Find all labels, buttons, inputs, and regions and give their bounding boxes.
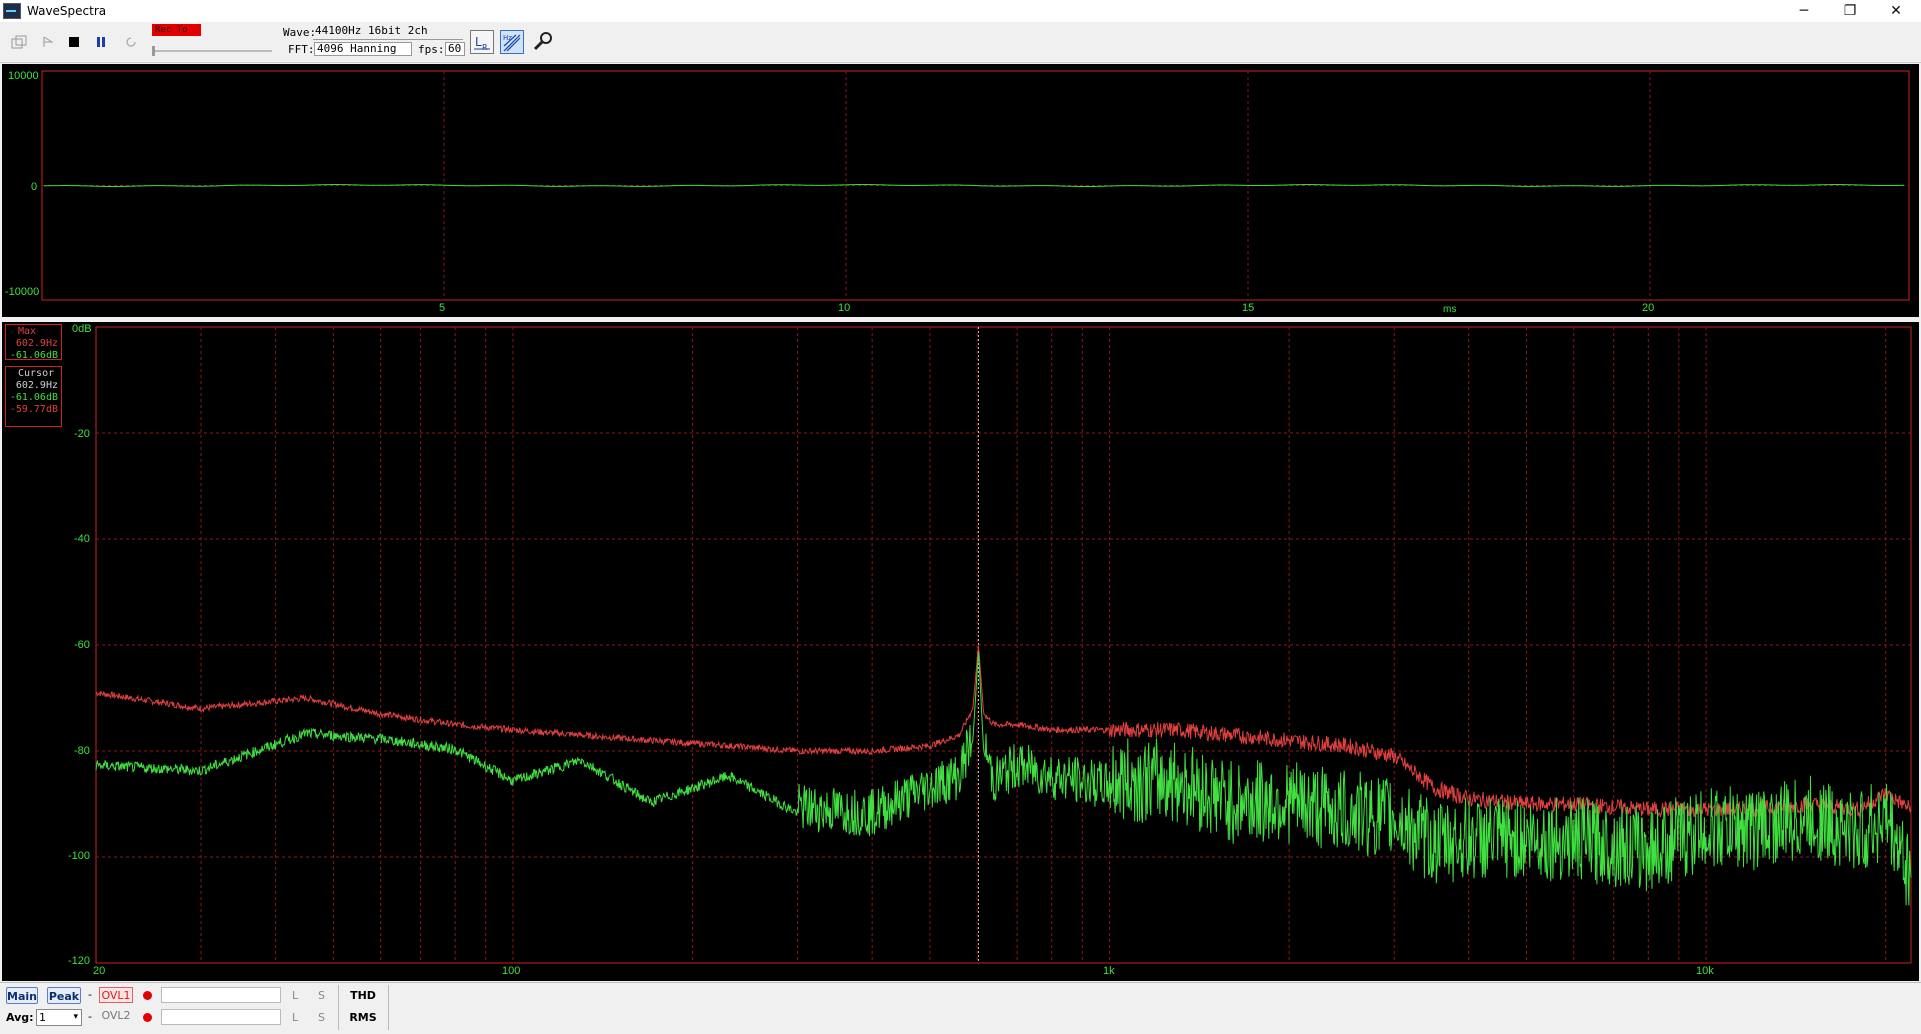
wave-ytick-bottom: -10000 (5, 286, 40, 298)
wave-x-unit: ms (1443, 304, 1457, 315)
dash-separator-2: - (88, 1010, 92, 1023)
ovl1-indicator: OVL1 (99, 987, 133, 1003)
loop-icon[interactable] (120, 31, 142, 53)
position-slider-thumb[interactable] (152, 46, 155, 56)
spec-ytick-80: -80 (74, 745, 90, 757)
minimize-button[interactable]: ─ (1781, 0, 1827, 22)
channel-s-1: S (318, 989, 325, 1002)
cursor-freq: 602.9Hz (15, 380, 58, 391)
cursor-level-green: -61.06dB (9, 392, 58, 403)
play-icon[interactable] (37, 31, 59, 53)
peak-button[interactable]: Peak (47, 987, 81, 1004)
channel-l-2: L (292, 1011, 299, 1024)
wave-label: Wave: (283, 26, 317, 39)
spec-ytick-20: -20 (74, 428, 90, 440)
spec-xtick-1k: 1k (1103, 965, 1115, 977)
max-freq: 602.9Hz (15, 338, 58, 349)
hz-scale-icon[interactable]: Hz (500, 30, 524, 54)
spec-ytick-100: -100 (68, 850, 91, 862)
max-readout: Max 602.9Hz -61.06dB (5, 324, 62, 361)
waveform-plot[interactable] (2, 64, 1919, 317)
fps-label: fps: (418, 43, 445, 56)
channel-s-2: S (318, 1011, 325, 1024)
main-button[interactable]: Main (6, 987, 38, 1004)
fps-setting[interactable]: 60 (445, 42, 465, 56)
live-spectrum-trace (95, 651, 1912, 906)
cursor-readout: Cursor 602.9Hz -61.06dB -59.77dB (5, 366, 62, 427)
max-hold-trace (95, 645, 1912, 819)
wave-xtick-5: 5 (439, 302, 446, 314)
status-bar: Main Peak - OVL1 L S THD Avg: - OVL2 L S… (0, 982, 1921, 1034)
spec-ytick-60: -60 (74, 639, 90, 651)
wrench-icon[interactable] (532, 30, 556, 54)
chevron-down-icon: ▾ (73, 1012, 78, 1022)
divider (338, 985, 339, 1030)
wave-ytick-zero: 0 (31, 181, 38, 193)
cursor-level-red: -59.77dB (9, 404, 58, 415)
fft-setting[interactable]: 4096 Hanning (314, 42, 412, 56)
wave-xtick-10: 10 (838, 302, 851, 314)
lr-channel-icon[interactable]: LR (470, 30, 494, 54)
spectrum-panel[interactable]: 0dB -20 -40 -60 -80 -100 -120 20 100 1k … (2, 322, 1919, 981)
position-slider-track[interactable] (152, 50, 272, 52)
wave-ytick-top: 10000 (8, 70, 39, 82)
stop-icon[interactable] (63, 31, 85, 53)
level-meter-1 (161, 987, 281, 1003)
ovl1-record-icon (143, 991, 152, 1000)
thd-button[interactable]: THD (346, 987, 380, 1004)
spec-ytick-120: -120 (68, 955, 91, 967)
max-title: Max (18, 326, 37, 337)
waveform-panel[interactable]: 10000 0 -10000 5 10 15 ms 20 (2, 64, 1919, 317)
open-file-icon[interactable] (8, 31, 30, 53)
spec-xtick-100: 100 (502, 965, 521, 977)
title-bar: WaveSpectra ─ ❐ ✕ (0, 0, 1921, 22)
divider-2 (388, 985, 389, 1030)
level-meter-2 (161, 1009, 281, 1025)
avg-label: Avg: (6, 1011, 34, 1024)
spec-xtick-20: 20 (93, 965, 106, 977)
spec-xtick-10k: 10k (1696, 965, 1714, 977)
close-button[interactable]: ✕ (1873, 0, 1919, 22)
svg-text:L: L (475, 35, 482, 49)
channel-l-1: L (292, 989, 299, 1002)
spec-ytick-0db: 0dB (72, 323, 92, 335)
window-title: WaveSpectra (27, 4, 107, 18)
ovl2-indicator: OVL2 (101, 1009, 131, 1022)
rms-button[interactable]: RMS (346, 1009, 380, 1026)
app-icon (3, 3, 21, 19)
ovl2-record-icon (143, 1013, 152, 1022)
max-level: -61.06dB (9, 350, 58, 361)
avg-select[interactable]: 1 ▾ (36, 1009, 82, 1026)
avg-value: 1 (39, 1011, 46, 1024)
toolbar: Rec To Wave: 44100Hz 16bit 2ch FFT: 4096… (0, 22, 1921, 63)
wave-signal-trace (43, 184, 1905, 187)
spec-ytick-40: -40 (74, 533, 90, 545)
pause-icon[interactable] (90, 31, 112, 53)
rec-to-indicator[interactable]: Rec To (152, 24, 201, 36)
wave-underline (313, 39, 463, 40)
wave-format: 44100Hz 16bit 2ch (315, 24, 428, 37)
fft-label: FFT: (288, 43, 315, 56)
cursor-title: Cursor (18, 368, 55, 379)
dash-separator-1: - (88, 988, 92, 1001)
wave-xtick-20: 20 (1642, 302, 1655, 314)
svg-text:R: R (482, 43, 488, 52)
spectrum-plot[interactable] (2, 322, 1919, 981)
restore-button[interactable]: ❐ (1827, 0, 1873, 22)
svg-text:Hz: Hz (503, 34, 512, 42)
wave-xtick-15: 15 (1242, 302, 1255, 314)
